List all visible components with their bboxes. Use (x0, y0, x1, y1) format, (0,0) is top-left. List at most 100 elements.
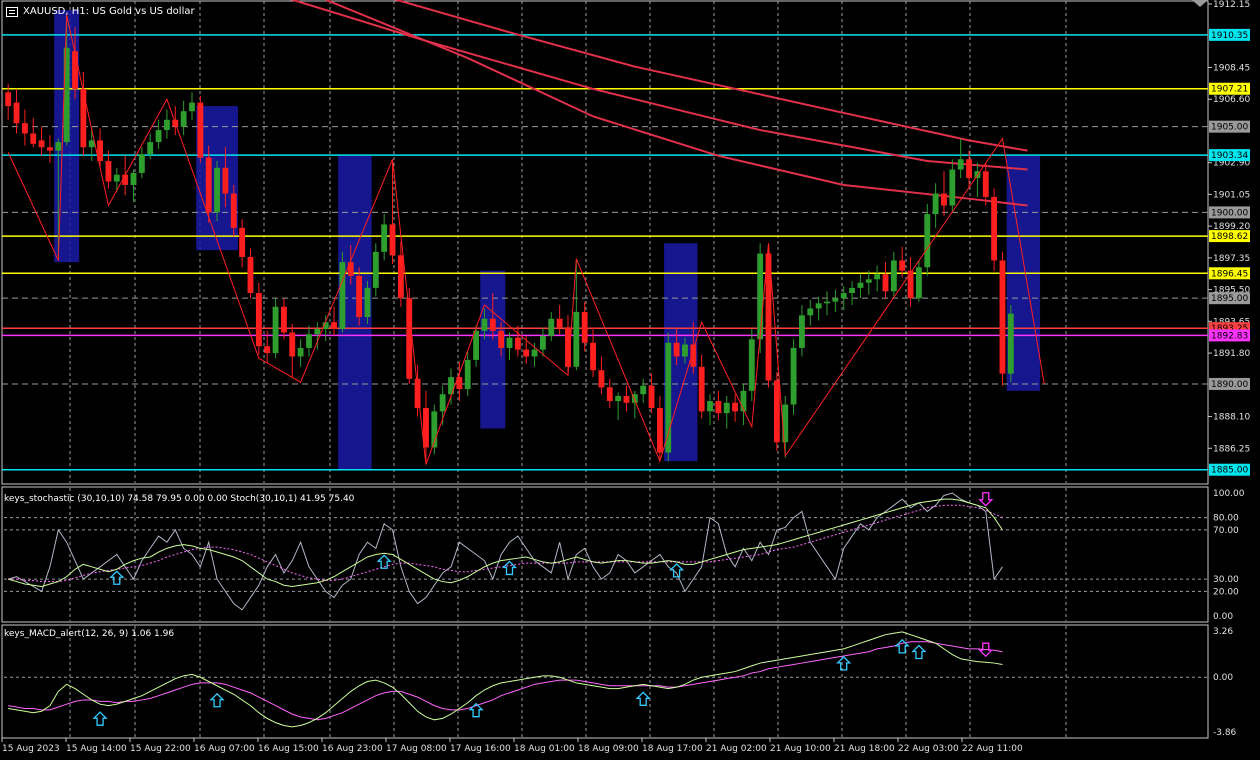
chart-title: XAUUSD, H1: US Gold vs US dollar (6, 5, 195, 19)
candle-body (255, 293, 262, 347)
candle-body (297, 347, 304, 357)
candle-body (815, 303, 822, 309)
candle-body (439, 394, 446, 412)
stochastic-level-label: 0.00 (1213, 612, 1233, 622)
candle-body (966, 159, 972, 179)
macd-title: keys_MACD_alert(12, 26, 9) 1.06 1.96 (4, 629, 175, 639)
candle-body (47, 147, 53, 151)
candle-body (890, 260, 897, 292)
candle-body (907, 270, 914, 299)
time-tick-label: 18 Aug 09:00 (578, 744, 639, 754)
time-tick-label: 21 Aug 10:00 (770, 744, 831, 754)
time-tick-label: 15 Aug 22:00 (130, 744, 191, 754)
candle-body (840, 293, 847, 299)
stochastic-sell-arrow-icon (978, 492, 994, 507)
candle-body (289, 332, 296, 357)
candle-body (72, 51, 78, 89)
candle-body (5, 92, 12, 107)
candle-body (464, 359, 471, 390)
price-tick-label: 1912.15 (1213, 0, 1250, 10)
candle-body (957, 159, 964, 170)
stochastic-pane (1, 486, 1209, 623)
candle-body (247, 257, 254, 294)
time-tick-label: 17 Aug 16:00 (450, 744, 511, 754)
moving-average-line (289, 0, 1028, 171)
candle-body (698, 366, 705, 412)
candle-body (982, 171, 989, 197)
candle-body (656, 407, 663, 453)
price-level-tag-label: 1900.00 (1211, 208, 1248, 218)
candle-body (113, 174, 120, 182)
time-axis: 15 Aug 2023 15 Aug 14:00 15 Aug 22:00 16 Au… (1, 737, 1208, 754)
candle-body (356, 275, 363, 318)
candle-body (941, 193, 947, 206)
candle-body (38, 140, 45, 148)
candle-body (230, 193, 237, 228)
candle-body (949, 169, 956, 206)
stochastic-level-label: 100.00 (1213, 489, 1245, 499)
candle-body (915, 267, 922, 299)
candle-body (799, 315, 805, 348)
time-tick-label: 21 Aug 02:00 (706, 744, 767, 754)
price-level-tag-label: 1910.35 (1211, 31, 1248, 41)
candle-body (924, 214, 931, 268)
candle-body (757, 253, 764, 340)
candle-body (732, 402, 739, 412)
candle-body (615, 395, 622, 402)
trading-chart[interactable]: 1912.151908.451906.601902.901901.051899.… (0, 0, 1260, 760)
candle-body (874, 274, 881, 280)
chart-shift-marker-icon (1192, 0, 1208, 7)
price-tick-label: 1891.80 (1213, 349, 1250, 359)
candle-body (205, 157, 212, 213)
candle-body (556, 318, 563, 328)
candle-body (13, 102, 20, 124)
chart-symbol-icon[interactable] (6, 7, 18, 17)
macd-level-label: 0.00 (1213, 673, 1233, 683)
macd-pane-border (1, 624, 1209, 739)
candle-body (606, 387, 613, 402)
candle-body (155, 130, 162, 143)
macd-buy-arrow-icon (209, 692, 225, 708)
stochastic-buy-arrow-icon (669, 562, 685, 578)
macd-level-label: -3.86 (1213, 728, 1237, 738)
chart-title-text: XAUUSD, H1: US Gold vs US dollar (23, 6, 195, 17)
price-level-tag-label: 1885.00 (1211, 466, 1248, 476)
time-tick-label: 18 Aug 01:00 (514, 744, 575, 754)
candle-body (55, 142, 62, 151)
candle-body (138, 154, 145, 173)
macd-signal-line (8, 641, 1003, 721)
time-tick-label: 21 Aug 18:00 (834, 744, 895, 754)
stochastic-pane-border (1, 486, 1209, 623)
price-axis: 1912.151908.451906.601902.901901.051899.… (1208, 0, 1250, 738)
time-tick-label: 16 Aug 07:00 (194, 744, 255, 754)
price-tick-label: 1897.35 (1213, 254, 1250, 264)
candle-body (331, 322, 337, 330)
candle-body (506, 337, 513, 348)
candle-body (314, 329, 321, 335)
price-level-tag-label: 1905.00 (1211, 123, 1248, 133)
candle-body (372, 251, 379, 288)
stochastic-level-label: 20.00 (1213, 587, 1239, 597)
candle-body (214, 167, 220, 213)
moving-average-line (325, 0, 1028, 207)
candle-body (648, 385, 655, 408)
candle-body (105, 160, 112, 182)
candle-body (857, 282, 864, 288)
price-tick-label: 1908.45 (1213, 63, 1250, 73)
price-level-tag-label: 1890.00 (1211, 380, 1248, 390)
candle-body (581, 311, 588, 343)
candle-body (682, 344, 688, 357)
candle-body (481, 318, 488, 331)
moving-average-line (393, 0, 1028, 152)
time-tick-label: 16 Aug 15:00 (258, 744, 319, 754)
candle-body (222, 167, 229, 194)
candle-body (531, 349, 538, 357)
candle-body (397, 255, 404, 299)
price-tick-label: 1888.10 (1213, 413, 1250, 423)
price-tick-label: 1886.25 (1213, 444, 1250, 454)
macd-buy-arrow-icon (92, 711, 108, 726)
candle-body (824, 301, 830, 304)
candle-body (364, 287, 371, 318)
candle-body (264, 346, 271, 354)
candle-body (849, 287, 855, 294)
